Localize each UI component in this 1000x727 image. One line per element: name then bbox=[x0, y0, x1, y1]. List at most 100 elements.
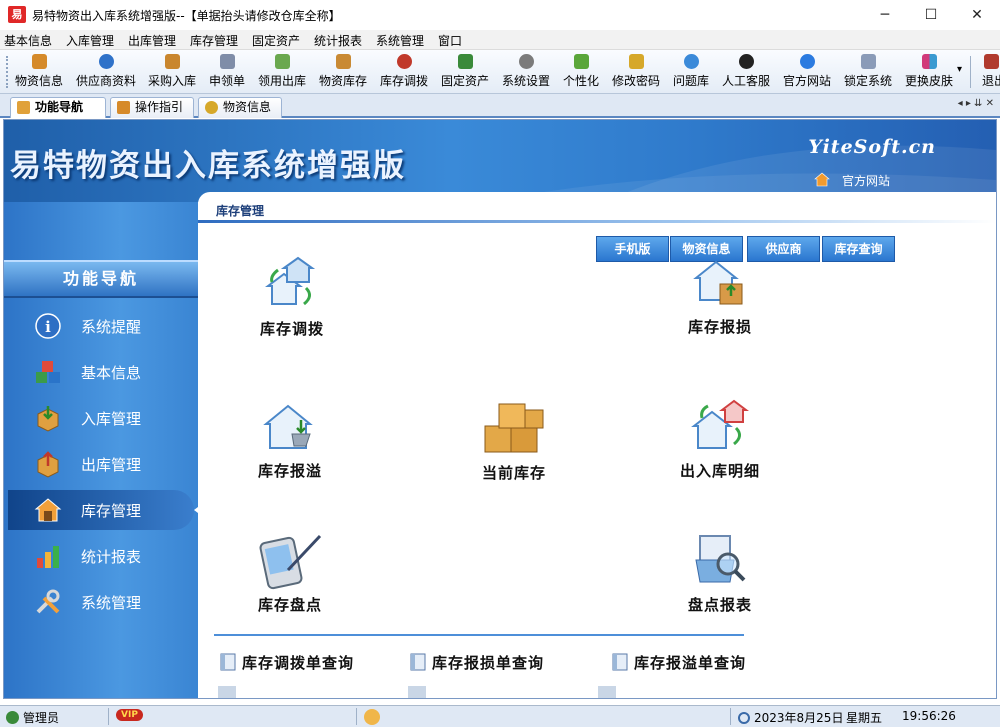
cart-icon bbox=[274, 54, 290, 69]
user-icon bbox=[6, 711, 19, 724]
home-icon bbox=[814, 172, 830, 187]
sidebar: 功能导航 i 系统提醒 基本信息 入库管理 出库管理 库存管理 统计报表 系统管… bbox=[4, 202, 202, 698]
warehouse-icon bbox=[34, 498, 62, 522]
stock-query-button[interactable]: 库存查询 bbox=[822, 236, 895, 262]
sidebar-item-system[interactable]: 系统管理 bbox=[4, 582, 198, 622]
menu-reports[interactable]: 统计报表 bbox=[314, 32, 362, 49]
section-divider bbox=[198, 220, 996, 223]
toolbar-item-transfer[interactable]: 库存调拨 bbox=[379, 54, 429, 92]
func-current-stock[interactable]: 当前库存 bbox=[444, 402, 584, 483]
question-icon bbox=[683, 54, 699, 69]
guide-tab-icon bbox=[117, 101, 130, 114]
toolbar-item-purchase-inbound[interactable]: 采购入库 bbox=[147, 54, 197, 92]
maximize-button[interactable]: ☐ bbox=[908, 0, 954, 30]
sidebar-item-outbound[interactable]: 出库管理 bbox=[4, 444, 198, 484]
func-stock-loss[interactable]: 库存报损 bbox=[650, 256, 790, 337]
menu-inbound[interactable]: 入库管理 bbox=[66, 32, 114, 49]
query-divider bbox=[214, 634, 744, 636]
tab-operation-guide[interactable]: 操作指引 bbox=[110, 97, 194, 118]
date-status: 2023年8月25日 bbox=[738, 709, 843, 726]
menu-fixed-assets[interactable]: 固定资产 bbox=[252, 32, 300, 49]
menu-inventory[interactable]: 库存管理 bbox=[190, 32, 238, 49]
func-in-out-detail[interactable]: 出入库明细 bbox=[650, 398, 790, 481]
func-check-report[interactable]: 盘点报表 bbox=[650, 530, 790, 615]
sidebar-header: 功能导航 bbox=[4, 260, 198, 298]
stock-loss-icon bbox=[693, 260, 743, 305]
toolbar-item-lock[interactable]: 锁定系统 bbox=[843, 54, 893, 92]
tab-scroll-controls[interactable]: ◂ ▸ ⇊ ✕ bbox=[958, 98, 994, 109]
status-divider bbox=[108, 708, 110, 725]
toolbar-item-fixed-assets[interactable]: 固定资产 bbox=[440, 54, 490, 92]
toolbar-item-requisition[interactable]: 申领单 bbox=[208, 54, 246, 92]
tab-materials[interactable]: 物资信息 bbox=[198, 97, 282, 118]
window-title: 易特物资出入库系统增强版--【单据抬头请修改仓库全称】 bbox=[32, 9, 341, 23]
menu-outbound[interactable]: 出库管理 bbox=[128, 32, 176, 49]
calculator-icon bbox=[219, 54, 235, 69]
sidebar-item-inventory[interactable]: 库存管理 bbox=[8, 490, 202, 530]
toolbar-item-support[interactable]: 人工客服 bbox=[721, 54, 771, 92]
box-icon bbox=[31, 54, 47, 69]
toolbar-item-settings[interactable]: 系统设置 bbox=[501, 54, 551, 92]
outbound-box-icon bbox=[37, 451, 59, 478]
users-icon bbox=[98, 54, 114, 69]
toolbar-item-faq[interactable]: 问题库 bbox=[672, 54, 710, 92]
toolbar-item-stock[interactable]: 物资库存 bbox=[318, 54, 368, 92]
toolbar-item-issue-outbound[interactable]: 领用出库 bbox=[257, 54, 307, 92]
assets-icon bbox=[457, 54, 473, 69]
toolbar-item-materials[interactable]: 物资信息 bbox=[14, 54, 64, 92]
cubes-icon bbox=[36, 361, 60, 383]
tab-function-nav[interactable]: 功能导航 bbox=[10, 97, 106, 118]
close-button[interactable]: ✕ bbox=[954, 0, 1000, 30]
func-stock-check[interactable]: 库存盘点 bbox=[220, 530, 360, 615]
sidebar-item-reports[interactable]: 统计报表 bbox=[4, 536, 198, 576]
minimize-button[interactable]: ─ bbox=[862, 0, 908, 30]
query-transfer-orders[interactable]: 库存调拨单查询 bbox=[218, 652, 354, 673]
toolbar-item-exit[interactable]: 退出 bbox=[980, 54, 1000, 92]
time-status: 19:56:26 bbox=[902, 709, 956, 723]
toolbar-item-suppliers[interactable]: 供应商资料 bbox=[75, 54, 137, 92]
clock-icon bbox=[738, 712, 750, 724]
menu-window[interactable]: 窗口 bbox=[438, 32, 462, 49]
user-status: 管理员 bbox=[6, 709, 59, 726]
official-site-link[interactable]: 官方网站 bbox=[842, 172, 890, 189]
toolbar-item-personalize[interactable]: 个性化 bbox=[562, 54, 600, 92]
document-tabs: 功能导航 操作指引 物资信息 ◂ ▸ ⇊ ✕ bbox=[0, 94, 1000, 118]
sidebar-item-basic-info[interactable]: 基本信息 bbox=[4, 352, 198, 392]
bar-chart-icon bbox=[37, 546, 59, 568]
penguin-icon bbox=[738, 54, 754, 69]
in-out-detail-icon bbox=[691, 399, 749, 449]
toolbar-more-icon[interactable]: ▾ bbox=[957, 64, 962, 75]
toolbar-grip[interactable] bbox=[6, 56, 8, 88]
next-query-row-partial bbox=[218, 686, 758, 698]
vendor-logo: YiteSoft.cn bbox=[808, 136, 936, 158]
menu-system[interactable]: 系统管理 bbox=[376, 32, 424, 49]
menu-basic-info[interactable]: 基本信息 bbox=[4, 32, 52, 49]
banner-title: 易特物资出入库系统增强版 bbox=[10, 148, 406, 184]
skin-icon bbox=[921, 54, 937, 69]
stock-transfer-icon bbox=[265, 256, 316, 306]
title-bar: 易 易特物资出入库系统增强版--【单据抬头请修改仓库全称】 ─ ☐ ✕ bbox=[0, 0, 1000, 30]
func-stock-transfer[interactable]: 库存调拨 bbox=[222, 256, 362, 339]
status-bar: 管理员 VIP 2023年8月25日 星期五 19:56:26 bbox=[0, 705, 1000, 727]
toolbar-item-website[interactable]: 官方网站 bbox=[782, 54, 832, 92]
truck-icon bbox=[164, 54, 180, 69]
transfer-icon bbox=[396, 54, 412, 69]
query-overflow-orders[interactable]: 库存报溢单查询 bbox=[610, 652, 746, 673]
globe-icon bbox=[799, 54, 815, 69]
document-icon bbox=[612, 653, 628, 671]
sidebar-item-inbound[interactable]: 入库管理 bbox=[4, 398, 198, 438]
toolbar-item-skin[interactable]: 更换皮肤 bbox=[904, 54, 954, 92]
stock-overflow-icon bbox=[263, 404, 313, 449]
sidebar-item-reminders[interactable]: i 系统提醒 bbox=[4, 306, 198, 346]
toolbar-item-change-password[interactable]: 修改密码 bbox=[611, 54, 661, 92]
avatar[interactable] bbox=[364, 709, 380, 725]
app-icon: 易 bbox=[8, 6, 26, 23]
stock-box-icon bbox=[335, 54, 351, 69]
tools-icon bbox=[36, 589, 60, 614]
vip-badge[interactable]: VIP bbox=[116, 709, 143, 721]
menu-bar: 基本信息 入库管理 出库管理 库存管理 固定资产 统计报表 系统管理 窗口 bbox=[0, 30, 1000, 50]
func-stock-overflow[interactable]: 库存报溢 bbox=[220, 398, 360, 481]
status-divider bbox=[730, 708, 732, 725]
key-icon bbox=[628, 54, 644, 69]
query-loss-orders[interactable]: 库存报损单查询 bbox=[408, 652, 544, 673]
